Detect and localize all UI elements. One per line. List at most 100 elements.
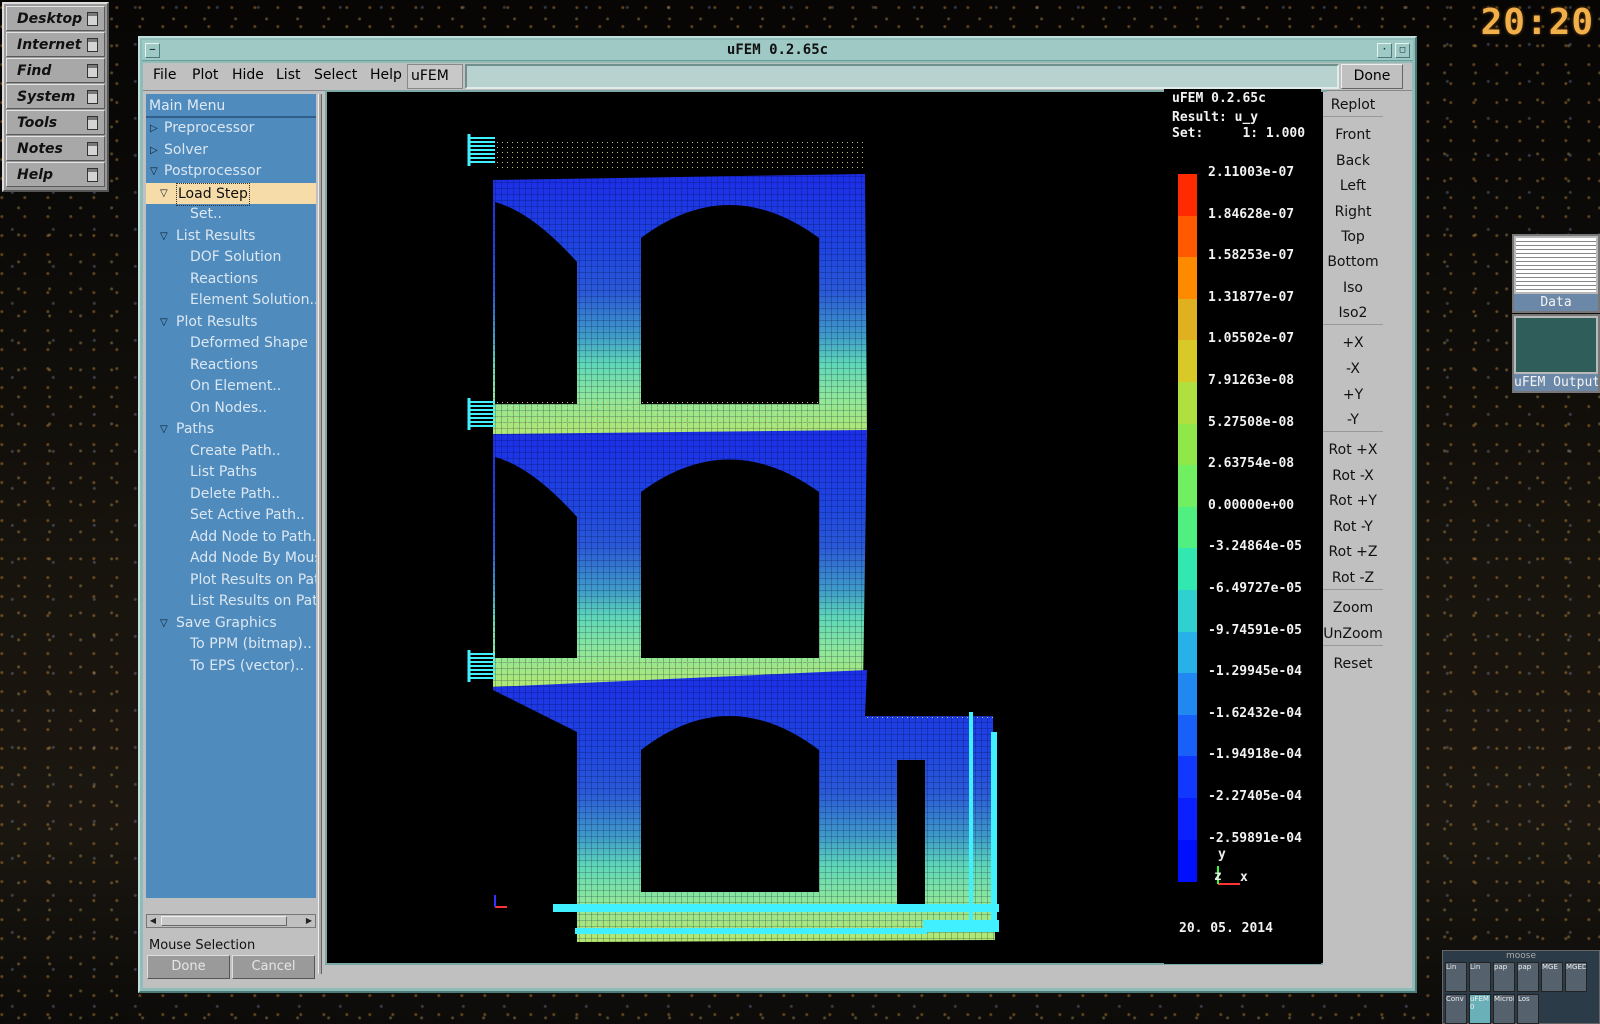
command-input[interactable] — [465, 64, 1339, 89]
view-button-back[interactable]: Back — [1323, 149, 1383, 173]
tree-item[interactable]: ▽ Paths — [146, 419, 316, 441]
expand-arrow-closed-icon[interactable]: ▷ — [150, 140, 158, 162]
view-button-rot-x[interactable]: Rot -X — [1323, 464, 1383, 488]
expand-arrow-closed-icon[interactable]: ▷ — [150, 118, 158, 140]
launcher-item[interactable]: Notes — [6, 136, 105, 161]
tree-item[interactable]: ▷ Solver — [146, 140, 316, 162]
launcher-item[interactable]: Find — [6, 58, 105, 83]
menu-file[interactable]: File — [153, 67, 176, 83]
launcher-item[interactable]: Tools — [6, 110, 105, 135]
tree-item[interactable]: Element Solution.. — [146, 290, 316, 312]
expand-arrow-open-icon[interactable]: ▽ — [160, 613, 168, 635]
tree-item[interactable]: Add Node By Mouse — [146, 548, 316, 570]
minimize-button[interactable]: · — [1377, 43, 1392, 58]
tree-item[interactable]: Reactions — [146, 355, 316, 377]
scroll-right-arrow-icon[interactable]: ▶ — [303, 915, 315, 927]
tree-item[interactable]: Set Active Path.. — [146, 505, 316, 527]
view-button-front[interactable]: Front — [1323, 123, 1383, 147]
desktop-pager[interactable]: moose Lin Lin pap pap MGE MGED Conv uFEM 0 Micr… — [1442, 950, 1600, 1024]
tree-item[interactable]: List Results on Path — [146, 591, 316, 613]
view-button-rot-x[interactable]: Rot +X — [1323, 438, 1383, 462]
window-titlebar[interactable]: – uFEM 0.2.65c · □ — [142, 40, 1413, 61]
tree-item[interactable]: ▽ Plot Results — [146, 312, 316, 334]
pager-window[interactable]: MGED — [1565, 962, 1587, 992]
maximize-button[interactable]: □ — [1395, 43, 1410, 58]
view-button-replot[interactable]: Replot — [1323, 93, 1383, 117]
view-button-rot-z[interactable]: Rot -Z — [1323, 566, 1383, 590]
expand-arrow-open-icon[interactable]: ▽ — [160, 419, 168, 441]
pager-window[interactable]: pap — [1517, 962, 1539, 992]
view-button-rot-y[interactable]: Rot +Y — [1323, 489, 1383, 513]
tree-item[interactable]: On Element.. — [146, 376, 316, 398]
tree-item[interactable]: Plot Results on Path — [146, 570, 316, 592]
view-button-bottom[interactable]: Bottom — [1323, 250, 1383, 274]
window-thumbnail-data[interactable]: Data — [1512, 234, 1600, 313]
pager-window[interactable]: Lin — [1445, 962, 1467, 992]
menu-hide[interactable]: Hide — [232, 67, 264, 83]
scroll-left-arrow-icon[interactable]: ◀ — [147, 915, 159, 927]
undeformed-outline — [641, 402, 821, 432]
view-button-x[interactable]: +X — [1323, 331, 1383, 355]
tree-item[interactable]: Reactions — [146, 269, 316, 291]
tree-item[interactable]: ▷ Preprocessor — [146, 118, 316, 140]
tree-item[interactable]: DOF Solution — [146, 247, 316, 269]
panel-splitter[interactable] — [318, 94, 322, 974]
tree-item[interactable]: Deformed Shape — [146, 333, 316, 355]
pager-window[interactable]: uFEM 0 — [1469, 994, 1491, 1024]
tree-item[interactable]: Add Node to Path.. — [146, 527, 316, 549]
pager-window[interactable]: Conv — [1445, 994, 1467, 1024]
tree-item[interactable]: Delete Path.. — [146, 484, 316, 506]
pager-window[interactable]: MGE — [1541, 962, 1563, 992]
view-button-rot-z[interactable]: Rot +Z — [1323, 540, 1383, 564]
launcher-item[interactable]: Help — [6, 162, 105, 187]
expand-arrow-open-icon[interactable]: ▽ — [160, 183, 168, 205]
tree-item[interactable]: Create Path.. — [146, 441, 316, 463]
tree-item[interactable]: ▽ List Results — [146, 226, 316, 248]
view-button-y[interactable]: -Y — [1323, 408, 1383, 432]
launcher-item[interactable]: Internet — [6, 32, 105, 57]
menu-select[interactable]: Select — [314, 67, 357, 83]
view-button-rot-y[interactable]: Rot -Y — [1323, 515, 1383, 539]
pager-window[interactable]: Lin — [1469, 962, 1491, 992]
tree-item-label: List Results — [176, 227, 256, 244]
expand-arrow-open-icon[interactable]: ▽ — [150, 161, 158, 183]
done-button[interactable]: Done — [1341, 64, 1403, 89]
view-button-y[interactable]: +Y — [1323, 383, 1383, 407]
view-button-iso[interactable]: Iso — [1323, 276, 1383, 300]
menu-plot[interactable]: Plot — [192, 67, 218, 83]
menu-list[interactable]: List — [276, 67, 300, 83]
tree-item[interactable]: To EPS (vector).. — [146, 656, 316, 678]
tree-item[interactable]: To PPM (bitmap).. — [146, 634, 316, 656]
view-button-zoom[interactable]: Zoom — [1323, 596, 1383, 620]
pager-window[interactable]: MicroDe — [1493, 994, 1515, 1024]
view-button-reset[interactable]: Reset — [1323, 652, 1383, 676]
launcher-item[interactable]: System — [6, 84, 105, 109]
scrollbar-thumb[interactable] — [161, 916, 287, 926]
menu-tree: ▷ Preprocessor ▷ Solver ▽ Postprocessor ▽ Load … — [146, 118, 316, 898]
launcher-item[interactable]: Desktop — [6, 6, 105, 31]
menu-help[interactable]: Help — [370, 67, 402, 83]
expand-arrow-open-icon[interactable]: ▽ — [160, 312, 168, 334]
tree-item[interactable]: List Paths — [146, 462, 316, 484]
tree-item[interactable]: Set.. — [146, 204, 316, 226]
pager-window[interactable]: pap — [1493, 962, 1515, 992]
view-button-top[interactable]: Top — [1323, 225, 1383, 249]
legend-swatch — [1178, 590, 1197, 632]
expand-arrow-open-icon[interactable]: ▽ — [160, 226, 168, 248]
tree-item[interactable]: ▽ Save Graphics — [146, 613, 316, 635]
mouse-selection-done-button[interactable]: Done — [147, 955, 230, 979]
window-menu-button[interactable]: – — [145, 43, 160, 58]
view-button-right[interactable]: Right — [1323, 200, 1383, 224]
legend-value: -1.29945e-04 — [1208, 664, 1302, 680]
view-button-unzoom[interactable]: UnZoom — [1323, 622, 1383, 646]
tree-horizontal-scrollbar[interactable]: ◀ ▶ — [146, 914, 316, 928]
mouse-selection-cancel-button[interactable]: Cancel — [232, 955, 315, 979]
view-button-x[interactable]: -X — [1323, 357, 1383, 381]
pager-window[interactable]: Los — [1517, 994, 1539, 1024]
tree-item[interactable]: ▽ Postprocessor — [146, 161, 316, 183]
view-button-iso2[interactable]: Iso2 — [1323, 301, 1383, 325]
view-button-left[interactable]: Left — [1323, 174, 1383, 198]
tree-item[interactable]: On Nodes.. — [146, 398, 316, 420]
tree-item[interactable]: ▽ Load Step — [146, 182, 316, 206]
window-thumbnail-output[interactable]: uFEM Output — [1512, 314, 1600, 393]
